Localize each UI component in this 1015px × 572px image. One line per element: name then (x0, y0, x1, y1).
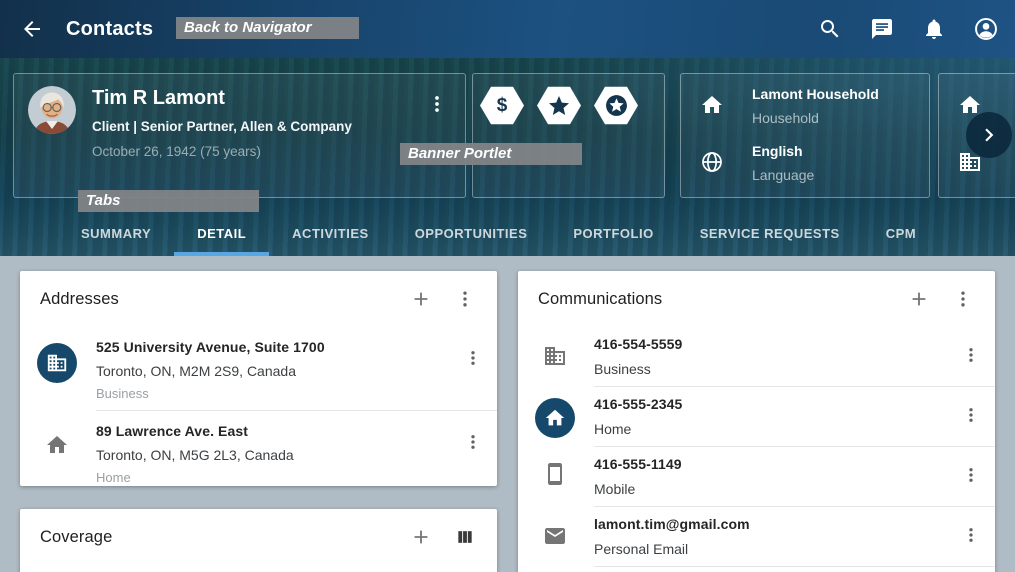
home-icon (700, 93, 724, 117)
address-type: Business (96, 386, 449, 401)
phone-number: 416-555-2345 (594, 396, 947, 412)
phone-number: 416-554-5559 (594, 336, 947, 352)
building-circle-icon (37, 343, 77, 383)
tab-service-requests[interactable]: SERVICE REQUESTS (677, 215, 863, 256)
household-label: Household (752, 110, 879, 126)
coverage-card: Coverage (20, 509, 497, 572)
address-row-kebab-icon[interactable] (449, 339, 497, 401)
contact-name: Tim R Lamont (92, 87, 423, 110)
page-title: Contacts (66, 18, 153, 41)
smartphone-icon (543, 462, 567, 486)
email-icon (543, 524, 567, 548)
email-address: lamont.tim@gmail.com (594, 516, 947, 532)
addresses-card: Addresses 525 University Avenue, Suite 1… (20, 271, 497, 486)
profile-menu-kebab-icon[interactable] (423, 90, 451, 118)
tab-portfolio[interactable]: PORTFOLIO (550, 215, 676, 256)
address-line1: 89 Lawrence Ave. East (96, 423, 449, 439)
contact-birthdate: October 26, 1942 (75 years) (92, 144, 423, 159)
address-line2: Toronto, ON, M2M 2S9, Canada (96, 363, 449, 379)
comm-row-business-phone[interactable]: 416-554-5559 Business (518, 327, 995, 387)
comm-row-kebab-icon[interactable] (947, 456, 995, 497)
star-badge-icon[interactable] (537, 86, 581, 125)
communications-card: Communications 416-554-5559 Bu (518, 271, 995, 572)
annotation-banner-portlet: Banner Portlet (400, 143, 582, 165)
phone-type: Home (594, 421, 947, 437)
detail-content: Addresses 525 University Avenue, Suite 1… (0, 256, 1015, 572)
plus-icon (908, 288, 930, 310)
plus-icon (410, 288, 432, 310)
profile-text: Tim R Lamont Client | Senior Partner, Al… (92, 86, 423, 185)
addresses-title: Addresses (40, 290, 399, 309)
banner-portlet: Tim R Lamont Client | Senior Partner, Al… (0, 58, 1015, 256)
addresses-menu-kebab-icon[interactable] (443, 279, 487, 319)
comm-row-kebab-icon[interactable] (947, 516, 995, 557)
language-label: Language (752, 167, 814, 183)
view-columns-icon[interactable] (443, 517, 487, 557)
phone-number: 416-555-1149 (594, 456, 947, 472)
star-circle-badge-icon[interactable] (594, 86, 638, 125)
tab-activities[interactable]: ACTIVITIES (269, 215, 392, 256)
contact-role: Client | Senior Partner, Allen & Company (92, 119, 423, 134)
chat-icon[interactable] (869, 16, 895, 42)
phone-type: Mobile (594, 481, 947, 497)
coverage-header: Coverage (20, 509, 497, 565)
comm-row-mobile-phone[interactable]: 416-555-1149 Mobile (518, 447, 995, 507)
chevron-right-icon (976, 122, 1002, 148)
comm-row-personal-email[interactable]: lamont.tim@gmail.com Personal Email (518, 507, 995, 567)
tab-detail[interactable]: DETAIL (174, 215, 269, 256)
building-icon (543, 344, 567, 368)
arrow-back-icon (20, 17, 44, 41)
annotation-back-to-navigator: Back to Navigator (176, 17, 359, 39)
phone-type: Business (594, 361, 947, 377)
tab-opportunities[interactable]: OPPORTUNITIES (392, 215, 551, 256)
email-type: Personal Email (594, 541, 947, 557)
home-circle-icon (535, 398, 575, 438)
app-bar-actions (817, 0, 999, 58)
comm-row-home-phone[interactable]: 416-555-2345 Home (518, 387, 995, 447)
address-row-business[interactable]: 525 University Avenue, Suite 1700 Toront… (20, 327, 497, 411)
household-item[interactable]: Lamont Household Household (681, 84, 929, 141)
add-coverage-button[interactable] (399, 517, 443, 557)
search-icon[interactable] (817, 16, 843, 42)
add-communication-button[interactable] (897, 279, 941, 319)
account-icon[interactable] (973, 16, 999, 42)
badges-card: $ (472, 73, 665, 198)
profile-card: Tim R Lamont Client | Senior Partner, Al… (13, 73, 466, 198)
address-row-home[interactable]: 89 Lawrence Ave. East Toronto, ON, M5G 2… (20, 411, 497, 494)
tab-bar: SUMMARY DETAIL ACTIVITIES OPPORTUNITIES … (58, 215, 939, 256)
language-item[interactable]: English Language (681, 141, 929, 198)
annotation-tabs: Tabs (78, 190, 259, 212)
address-line2: Toronto, ON, M5G 2L3, Canada (96, 447, 449, 463)
back-button[interactable] (18, 15, 46, 43)
tab-cpm[interactable]: CPM (863, 215, 939, 256)
tab-summary[interactable]: SUMMARY (58, 215, 174, 256)
carousel-next-button[interactable] (966, 112, 1012, 158)
address-line1: 525 University Avenue, Suite 1700 (96, 339, 449, 355)
comm-row-kebab-icon[interactable] (947, 336, 995, 377)
dollar-badge-icon[interactable]: $ (480, 86, 524, 125)
globe-icon (700, 150, 724, 174)
app-bar: Contacts Back to Navigator (0, 0, 1015, 58)
contact-photo-avatar (28, 86, 76, 134)
language-value: English (752, 143, 814, 159)
communications-menu-kebab-icon[interactable] (941, 279, 985, 319)
home-icon (45, 433, 69, 457)
household-name: Lamont Household (752, 86, 879, 102)
notifications-bell-icon[interactable] (921, 16, 947, 42)
communications-title: Communications (538, 290, 897, 309)
coverage-title: Coverage (40, 528, 399, 547)
add-address-button[interactable] (399, 279, 443, 319)
address-type: Home (96, 470, 449, 485)
communications-header: Communications (518, 271, 995, 327)
household-card: Lamont Household Household English Langu… (680, 73, 930, 198)
addresses-header: Addresses (20, 271, 497, 327)
contacts-page: Contacts Back to Navigator (0, 0, 1015, 572)
comm-row-kebab-icon[interactable] (947, 396, 995, 437)
address-row-kebab-icon[interactable] (449, 423, 497, 485)
plus-icon (410, 526, 432, 548)
